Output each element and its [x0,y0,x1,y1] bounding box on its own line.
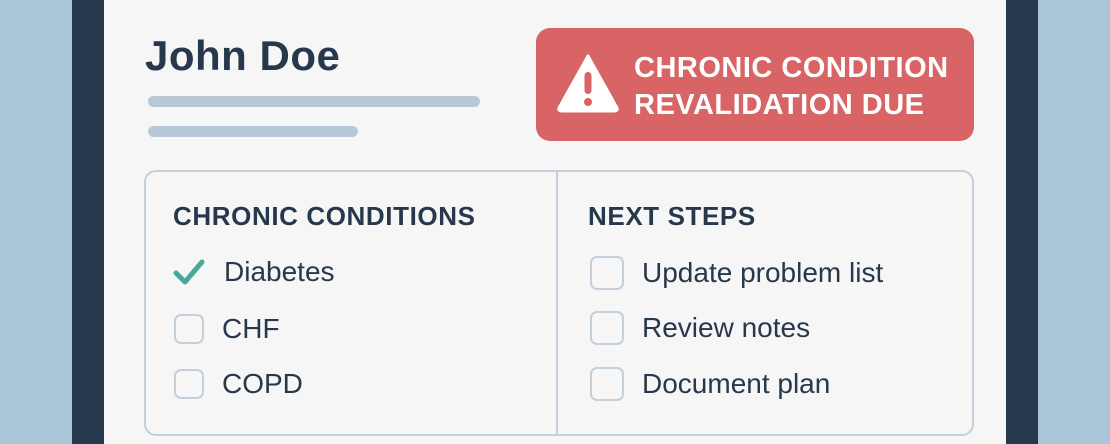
checkbox[interactable] [174,369,204,399]
next-step-update-problem-list[interactable]: Update problem list [590,256,883,290]
placeholder-line [148,126,358,137]
checkbox[interactable] [590,367,624,401]
condition-label: Diabetes [224,256,335,287]
placeholder-line [148,96,480,107]
checkmark-icon [173,259,205,285]
next-step-label: Update problem list [642,257,884,288]
condition-label: COPD [222,368,303,399]
alert-line-2: REVALIDATION DUE [634,89,925,121]
checkbox[interactable] [590,256,624,290]
panel-divider [556,170,558,436]
checkbox[interactable] [174,314,204,344]
checkbox[interactable] [590,311,624,345]
next-step-document-plan[interactable]: Document plan [590,367,830,401]
chronic-conditions-title: CHRONIC CONDITIONS [173,201,476,231]
revalidation-alert[interactable]: CHRONIC CONDITION REVALIDATION DUE [536,28,974,141]
next-step-review-notes[interactable]: Review notes [590,311,810,345]
condition-label: CHF [222,313,280,344]
warning-triangle-icon [557,54,619,113]
alert-line-1: CHRONIC CONDITION [634,52,949,84]
condition-item-chf[interactable]: CHF [174,313,280,345]
next-steps-title: NEXT STEPS [588,201,756,231]
patient-name: John Doe [145,32,341,79]
next-step-label: Document plan [642,368,831,399]
next-step-label: Review notes [642,312,811,343]
alert-text: CHRONIC CONDITION REVALIDATION DUE [634,50,949,124]
condition-item-diabetes[interactable]: Diabetes [172,256,335,288]
condition-item-copd[interactable]: COPD [174,368,303,400]
